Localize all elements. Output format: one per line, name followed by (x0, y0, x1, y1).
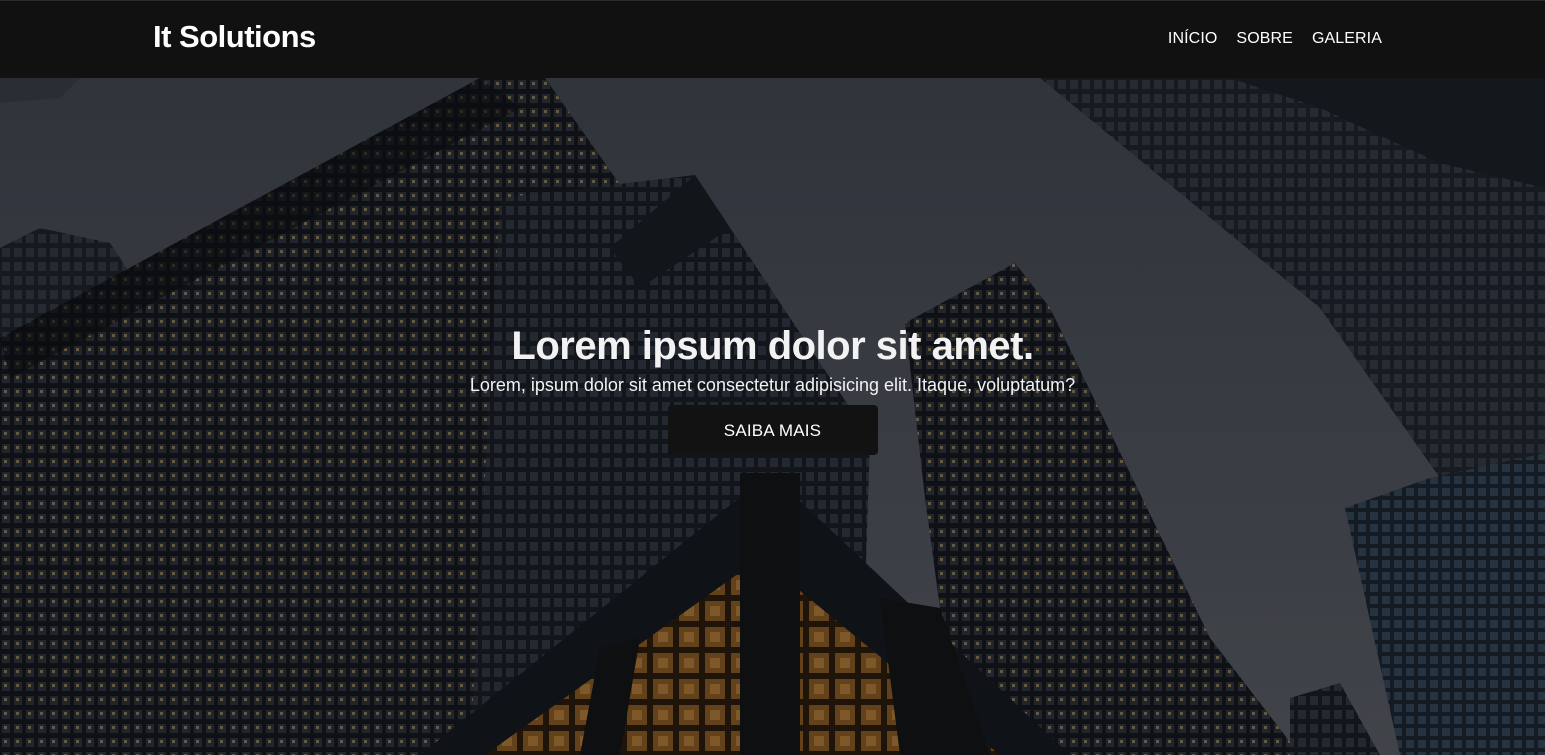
nav-link-inicio[interactable]: INÍCIO (1168, 30, 1218, 48)
brand-logo[interactable]: It Solutions (153, 19, 316, 55)
hero-title: Lorem ipsum dolor sit amet. (511, 324, 1034, 368)
hero-content: Lorem ipsum dolor sit amet. Lorem, ipsum… (0, 322, 1545, 455)
main-nav: INÍCIO SOBRE GALERIA (1168, 30, 1382, 48)
hero-section: Lorem ipsum dolor sit amet. Lorem, ipsum… (0, 78, 1545, 755)
landing-page: It Solutions INÍCIO SOBRE GALERIA Lorem … (0, 0, 1545, 755)
nav-link-galeria[interactable]: GALERIA (1312, 30, 1382, 48)
top-navbar: It Solutions INÍCIO SOBRE GALERIA (0, 0, 1545, 78)
saiba-mais-button[interactable]: SAIBA MAIS (667, 405, 878, 455)
hero-subtitle: Lorem, ipsum dolor sit amet consectetur … (469, 375, 1076, 395)
nav-link-sobre[interactable]: SOBRE (1236, 30, 1293, 48)
